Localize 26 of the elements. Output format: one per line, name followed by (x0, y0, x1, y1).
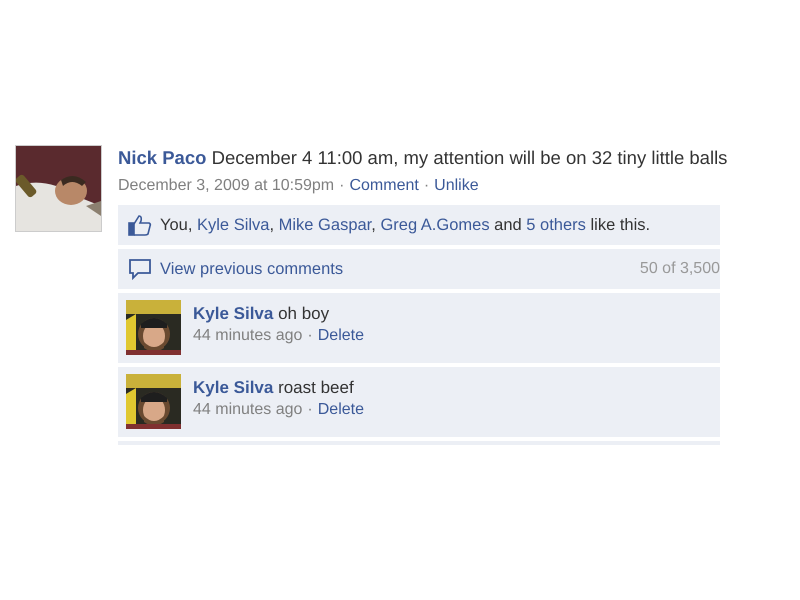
view-previous-link[interactable]: View previous comments (160, 260, 344, 278)
person-link[interactable]: Kyle Silva (197, 216, 270, 234)
delete-link[interactable]: Delete (318, 327, 364, 345)
post-message: Nick Paco December 4 11:00 am, my attention will be on 32 tiny little balls (118, 146, 728, 170)
person-link[interactable]: Greg A.Gomes (380, 216, 490, 234)
comment-time: 44 minutes ago (193, 401, 302, 419)
author-link[interactable]: Kyle Silva (193, 304, 274, 323)
person-link[interactable]: 5 others (526, 216, 586, 234)
comment-count: 50 of 3,500 (640, 260, 720, 278)
comment-text: Kyle Silva oh boy (193, 304, 330, 324)
speech-bubble-icon (128, 258, 152, 280)
action-link[interactable]: Unlike (434, 177, 479, 195)
separator-dot: · (307, 327, 313, 345)
author-link[interactable]: Nick Paco (118, 147, 206, 168)
delete-link[interactable]: Delete (318, 401, 364, 419)
separator-dot: · (307, 401, 313, 419)
author-link[interactable]: Kyle Silva (193, 378, 274, 397)
person-link[interactable]: Mike Gaspar (278, 216, 372, 234)
thumbs-up-icon (128, 214, 152, 236)
comment-text: Kyle Silva roast beef (193, 378, 355, 398)
comment-time: 44 minutes ago (193, 327, 302, 345)
separator-dot: · (339, 177, 344, 195)
likes-sentence: You, Kyle Silva, Mike Gaspar, Greg A.Gomes and 5 others like this. (160, 216, 650, 234)
action-link[interactable]: Comment (349, 177, 419, 195)
post-time: December 3, 2009 at 10:59pm (118, 177, 334, 195)
separator-dot: · (424, 177, 430, 195)
